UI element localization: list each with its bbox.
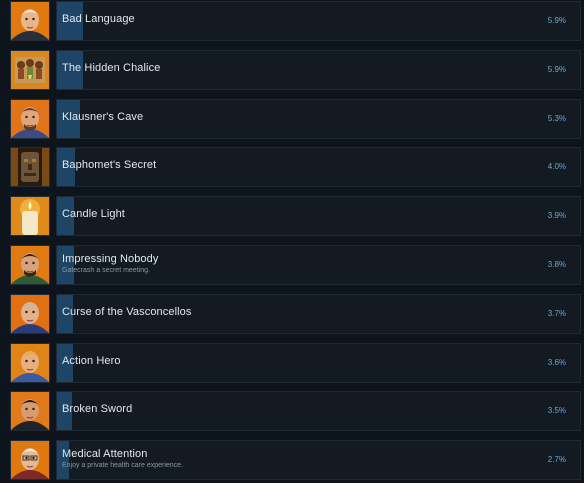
achievement-title: Impressing Nobody [62,253,159,265]
old-man-portrait-icon [10,1,50,41]
achievement-title: The Hidden Chalice [62,61,161,74]
achievement-title: Bad Language [62,13,135,25]
achievement-progress-bar: Curse of the Vasconcellos 3.7% [56,293,581,334]
grey-haired-man-portrait-icon [10,293,50,334]
bearded-man-portrait-icon [10,98,50,139]
achievement-row[interactable]: Candle Light 3.9% [0,196,582,238]
achievement-title: Action Hero [62,354,121,367]
achievement-progress-bar: Candle Light 3.9% [56,196,581,237]
achievement-progress-bar: Bad Language 5.9% [56,1,581,41]
achievement-title: Curse of the Vasconcellos [62,305,192,318]
achievement-progress-bar: Broken Sword 3.5% [56,391,581,432]
achievement-percent: 3.8% [547,260,566,269]
achievement-title: Klausner's Cave [62,110,144,123]
achievement-title: Candle Light [62,208,125,221]
achievement-row[interactable]: Broken Sword 3.5% [0,391,582,433]
achievement-title: Baphomet's Secret [62,159,157,172]
achievement-progress-fill [57,246,74,284]
achievement-title: Medical Attention [62,448,148,461]
achievement-percent: 3.6% [547,357,566,367]
mustached-man-portrait-icon [10,245,50,285]
achievement-percent: 5.9% [547,16,566,25]
achievement-percent: 3.5% [547,406,566,416]
achievement-progress-bar: Baphomet's Secret 4.0% [56,147,581,188]
achievement-list: Bad Language 5.9% The Hidden Chalice 5.9% … [0,0,584,483]
achievement-percent: 2.7% [547,455,566,465]
old-man-glasses-portrait-icon [10,440,50,481]
achievement-progress-bar: Klausner's Cave 5.3% [56,98,581,139]
achievement-row[interactable]: Action Hero 3.6% [0,342,582,385]
chalice-mural-icon [10,49,50,90]
achievement-percent: 5.3% [547,113,566,123]
achievement-percent: 4.0% [547,162,566,172]
achievement-row[interactable]: Impressing Nobody Gatecrash a secret meet… [0,245,582,287]
achievement-progress-bar: Action Hero 3.6% [56,342,581,383]
achievement-title: Broken Sword [62,403,133,416]
achievement-description: Gatecrash a secret meeting. [62,267,150,274]
blond-hero-portrait-icon [10,342,50,383]
achievement-row[interactable]: Baphomet's Secret 4.0% [0,147,582,189]
achievement-percent: 3.7% [547,308,566,318]
achievement-progress-bar: The Hidden Chalice 5.9% [56,49,581,90]
achievement-progress-bar: Impressing Nobody Gatecrash a secret meet… [56,245,581,285]
achievement-progress-bar: Medical Attention Enjoy a private health … [56,440,581,481]
achievement-row[interactable]: The Hidden Chalice 5.9% [0,49,582,92]
achievement-row[interactable]: Bad Language 5.9% [0,1,582,43]
achievement-percent: 5.9% [547,64,566,74]
achievement-row[interactable]: Klausner's Cave 5.3% [0,98,582,141]
achievement-description: Enjoy a private health care experience. [62,462,184,470]
baphomet-idol-icon [10,147,50,188]
achievement-percent: 3.9% [547,211,566,221]
achievement-row[interactable]: Curse of the Vasconcellos 3.7% [0,293,582,336]
dark-haired-man-portrait-icon [10,391,50,432]
achievement-row[interactable]: Medical Attention Enjoy a private health … [0,440,582,482]
achievement-progress-fill [57,441,69,480]
candle-icon [10,196,50,237]
